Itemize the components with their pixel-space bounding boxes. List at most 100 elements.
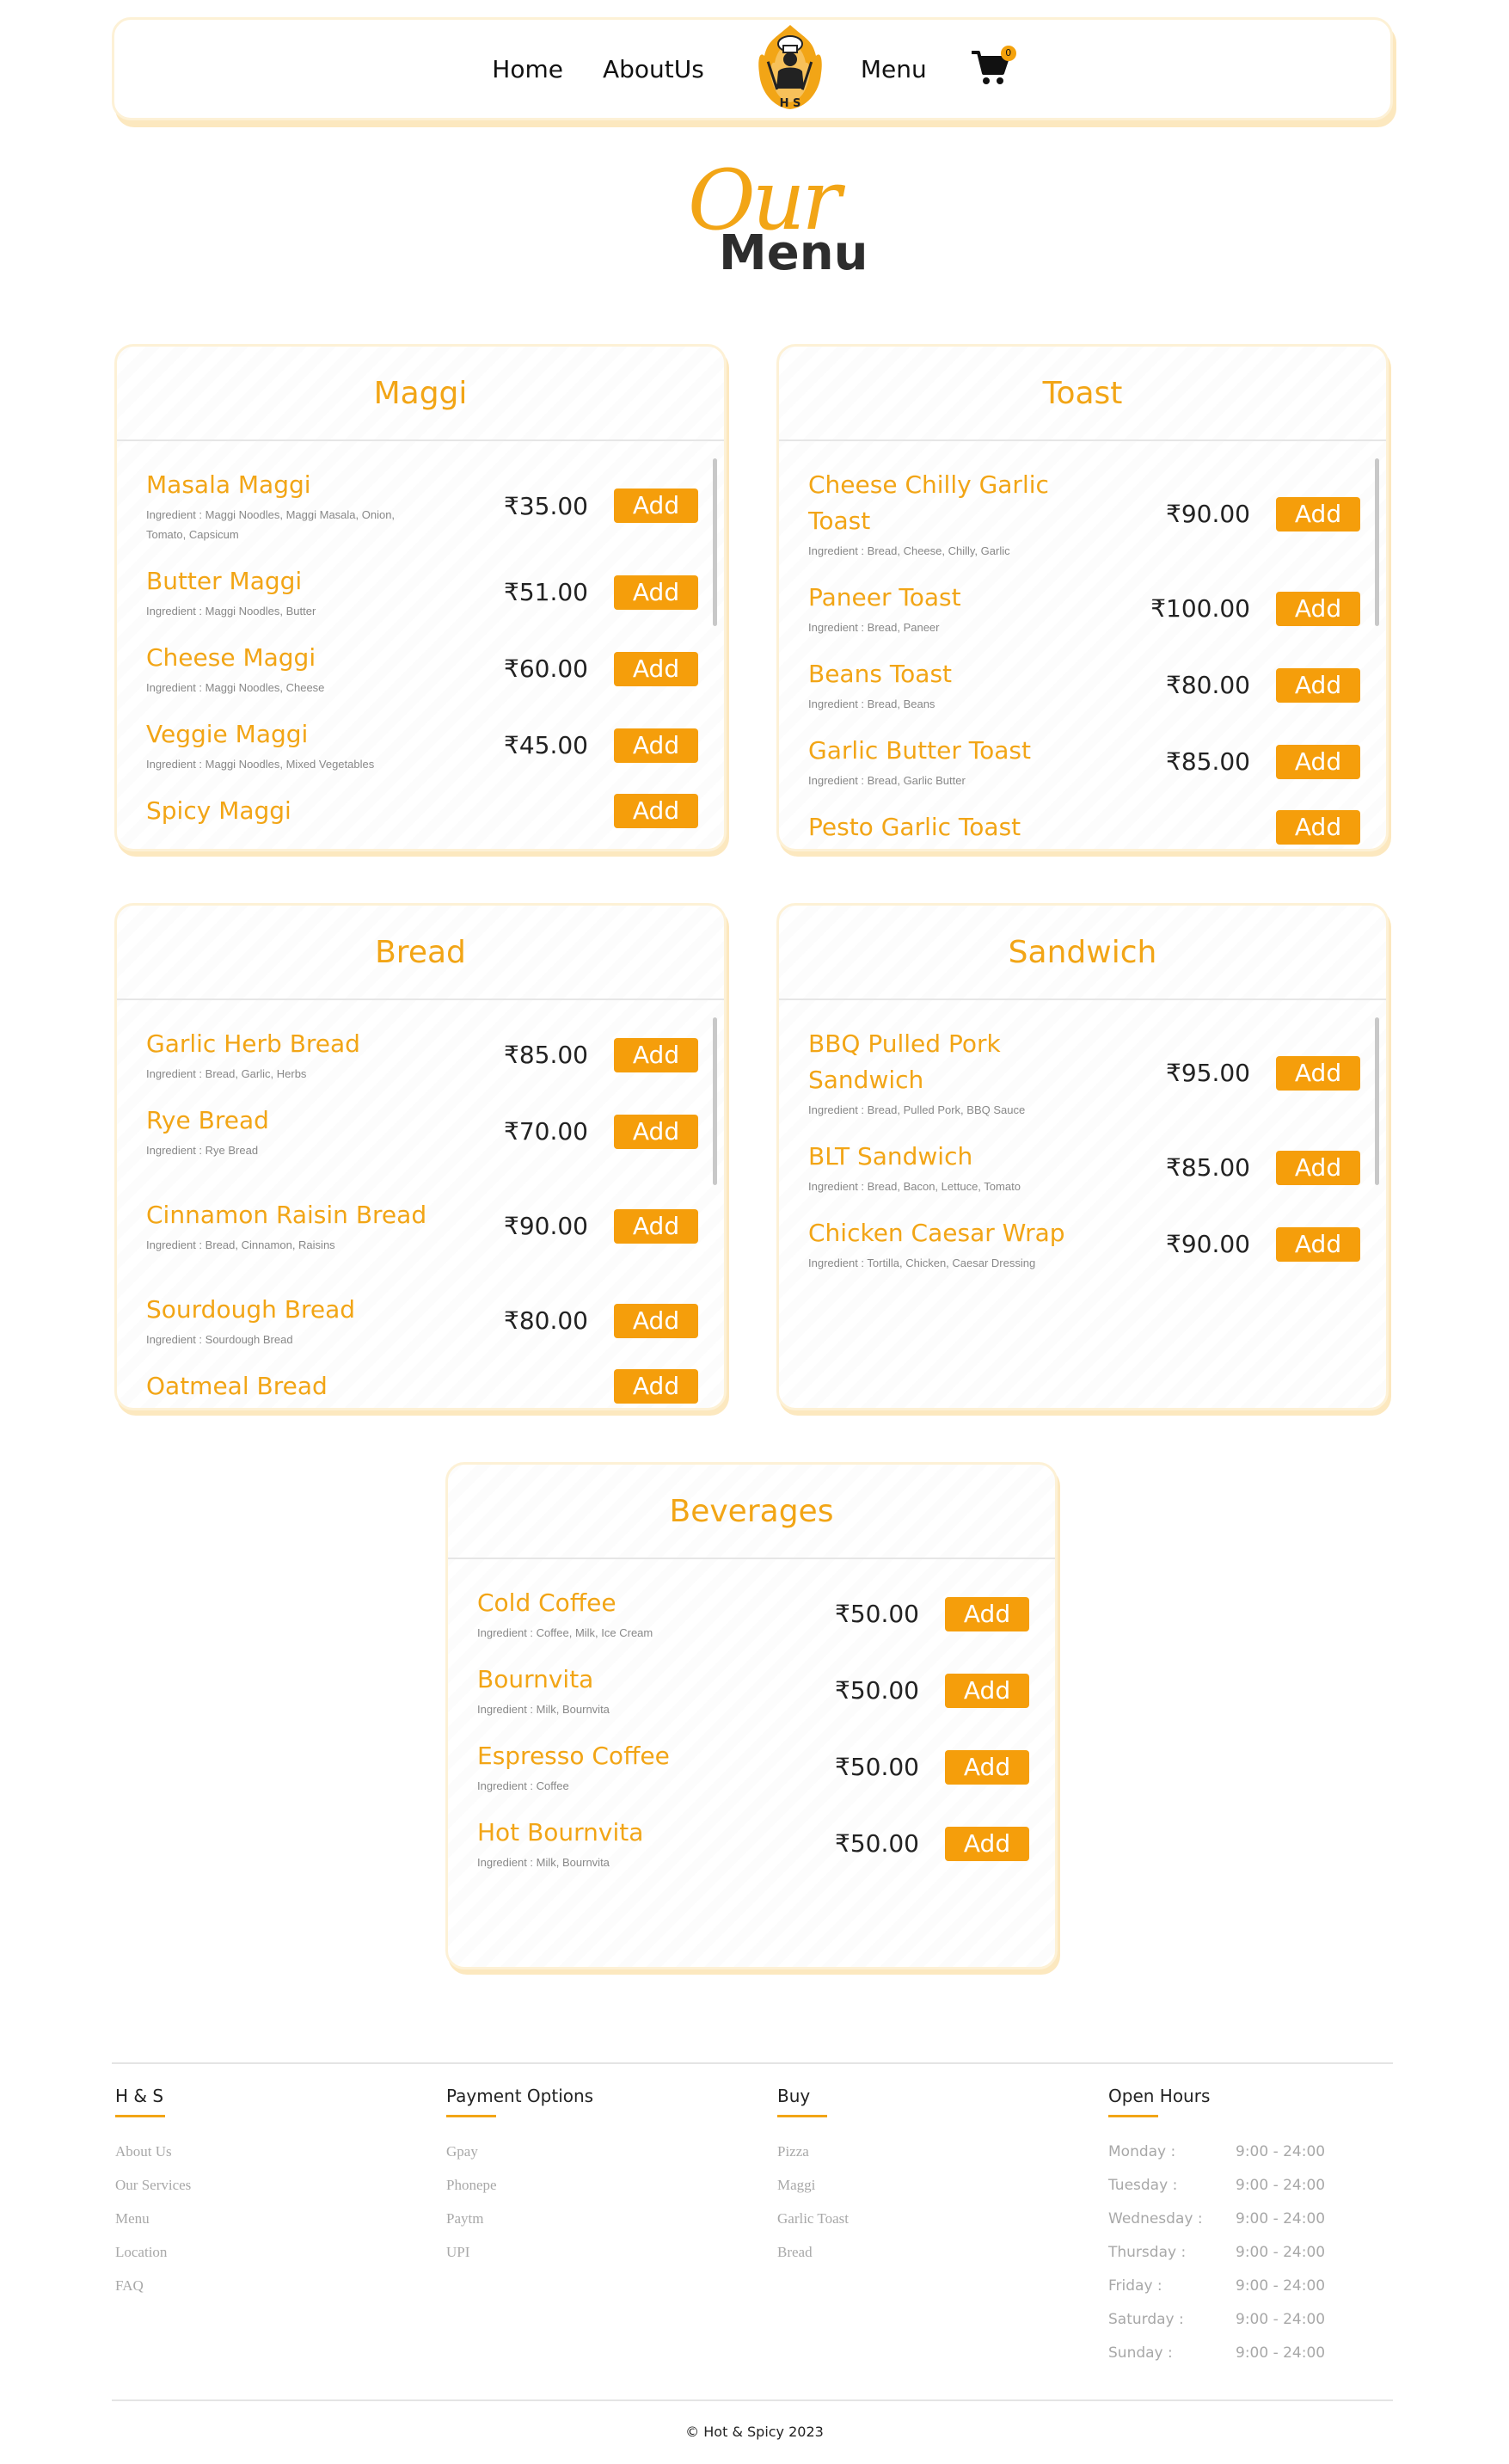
footer-link-upi[interactable]: UPI [446,2244,593,2277]
menu-item-text: Hot Bournvita Ingredient : Milk, Bournvit… [477,1815,761,1872]
item-price: ₹35.00 [504,491,588,520]
page-title: Our Menu [688,159,877,288]
item-price: ₹70.00 [504,1117,588,1146]
add-to-cart-button[interactable]: Add [945,1749,1029,1785]
footer-link-paytm[interactable]: Paytm [446,2210,593,2244]
footer-column-h-s: H & S About Us Our Services Menu Location FAQ [115,2086,191,2311]
nav-home-link[interactable]: Home [492,55,592,83]
footer-link-garlic-toast[interactable]: Garlic Toast [777,2210,849,2244]
add-to-cart-button[interactable]: Add [614,794,698,828]
hours-row: Monday : 9:00 - 24:00 [1108,2143,1325,2177]
add-to-cart-button[interactable]: Add [614,1369,698,1404]
add-to-cart-button[interactable]: Add [1276,1055,1360,1091]
menu-item: Cinnamon Raisin Bread Ingredient : Bread,… [117,1179,724,1273]
menu-item: Sourdough Bread Ingredient : Sourdough Br… [117,1292,724,1349]
item-ingredients: Ingredient : Coffee, Milk, Ice Cream [477,1626,653,1639]
item-ingredients: Ingredient : Bread, Cinnamon, Raisins [146,1238,335,1251]
item-name: Sourdough Bread [146,1295,356,1324]
item-list[interactable]: Garlic Herb Bread Ingredient : Bread, Gar… [117,1002,724,1408]
add-to-cart-button[interactable]: Add [614,728,698,763]
section-title: Bread [117,906,724,1000]
navbar: Home AboutUs H S Menu 0 [112,17,1393,120]
item-list[interactable]: Cheese Chilly Garlic Toast Ingredient : B… [779,443,1386,849]
add-to-cart-button[interactable]: Add [614,575,698,610]
list-scrollbar[interactable] [713,1017,717,1185]
add-to-cart-button[interactable]: Add [1276,1226,1360,1262]
item-ingredients: Ingredient : Maggi Noodles, Mixed Vegeta… [146,758,375,771]
footer-heading: Buy [777,2086,811,2106]
menu-item: BBQ Pulled Pork Sandwich Ingredient : Bre… [779,1026,1386,1120]
item-list[interactable]: BBQ Pulled Pork Sandwich Ingredient : Bre… [779,1002,1386,1408]
footer-top-divider [112,2062,1393,2064]
list-scrollbar[interactable] [713,458,717,626]
footer-link-about-us[interactable]: About Us [115,2143,191,2177]
item-price: ₹90.00 [1166,1230,1250,1258]
add-to-cart-button[interactable]: Add [1276,1150,1360,1185]
nav-menu-link[interactable]: Menu [861,55,956,83]
menu-item: Oatmeal Bread Add [117,1368,724,1404]
hours-time: 9:00 - 24:00 [1236,2244,1326,2261]
menu-item: Paneer Toast Ingredient : Bread, Paneer ₹1… [779,580,1386,637]
menu-item: Cold Coffee Ingredient : Coffee, Milk, Ic… [448,1585,1055,1643]
footer-link-our-services[interactable]: Our Services [115,2177,191,2210]
add-to-cart-button[interactable]: Add [614,1114,698,1149]
add-to-cart-button[interactable]: Add [1276,667,1360,703]
footer-link-bread[interactable]: Bread [777,2244,849,2277]
item-price: ₹90.00 [504,1212,588,1240]
section-title: Maggi [117,347,724,441]
add-to-cart-button[interactable]: Add [945,1826,1029,1861]
footer-link-gpay[interactable]: Gpay [446,2143,593,2177]
footer-link-location[interactable]: Location [115,2244,191,2277]
menu-item-text: Cinnamon Raisin Bread Ingredient : Bread,… [146,1197,430,1255]
svg-text:H S: H S [779,97,801,110]
item-ingredients: Ingredient : Bread, Paneer [808,621,940,634]
menu-item: Beans Toast Ingredient : Bread, Beans ₹80.… [779,656,1386,714]
footer-link-faq[interactable]: FAQ [115,2277,191,2311]
menu-item: Chicken Caesar Wrap Ingredient : Tortilla… [779,1215,1386,1273]
menu-card-bread: Bread Garlic Herb Bread Ingredient : Bread… [114,903,727,1410]
menu-item-text: Sourdough Bread Ingredient : Sourdough Br… [146,1292,430,1349]
add-to-cart-button[interactable]: Add [1276,591,1360,626]
item-ingredients: Ingredient : Milk, Bournvita [477,1856,610,1869]
add-to-cart-button[interactable]: Add [1276,744,1360,779]
add-to-cart-button[interactable]: Add [945,1673,1029,1708]
add-to-cart-button[interactable]: Add [614,651,698,686]
menu-item-text: Espresso Coffee Ingredient : Coffee [477,1738,761,1796]
menu-item-text: BBQ Pulled Pork Sandwich Ingredient : Bre… [808,1026,1092,1120]
item-list[interactable]: Cold Coffee Ingredient : Coffee, Milk, Ic… [448,1561,1055,1967]
hours-day: Sunday : [1108,2344,1173,2362]
item-name: Beans Toast [808,660,953,688]
add-to-cart-button[interactable]: Add [614,488,698,523]
item-price: ₹100.00 [1150,594,1250,623]
footer-link-pizza[interactable]: Pizza [777,2143,849,2177]
section-title: Sandwich [779,906,1386,1000]
add-to-cart-button[interactable]: Add [614,1208,698,1244]
logo[interactable]: H S [749,22,831,116]
footer-link-menu[interactable]: Menu [115,2210,191,2244]
add-to-cart-button[interactable]: Add [1276,496,1360,532]
item-ingredients: Ingredient : Bread, Beans [808,697,935,710]
item-list[interactable]: Masala Maggi Ingredient : Maggi Noodles, … [117,443,724,849]
footer-link-phonepe[interactable]: Phonepe [446,2177,593,2210]
item-name: Spicy Maggi [146,796,291,825]
menu-item-text: Paneer Toast Ingredient : Bread, Paneer [808,580,1092,637]
add-to-cart-button[interactable]: Add [614,1037,698,1072]
menu-item-text: Pesto Garlic Toast [808,809,1092,845]
cart-button[interactable]: 0 [970,46,1016,90]
item-price: ₹85.00 [1166,1153,1250,1182]
menu-item: Pesto Garlic Toast Add [779,809,1386,845]
add-to-cart-button[interactable]: Add [614,1303,698,1338]
list-scrollbar[interactable] [1375,458,1379,626]
add-to-cart-button[interactable]: Add [945,1596,1029,1631]
menu-item: Espresso Coffee Ingredient : Coffee ₹50.00… [448,1738,1055,1796]
nav-about-link[interactable]: AboutUs [603,55,733,83]
footer-heading: Open Hours [1108,2086,1211,2106]
menu-item: Butter Maggi Ingredient : Maggi Noodles, … [117,563,724,621]
menu-item-text: Rye Bread Ingredient : Rye Bread [146,1103,430,1160]
menu-item: Spicy Maggi Add [117,793,724,829]
footer-heading: H & S [115,2086,164,2106]
add-to-cart-button[interactable]: Add [1276,810,1360,845]
item-price: ₹95.00 [1166,1059,1250,1087]
footer-link-maggi[interactable]: Maggi [777,2177,849,2210]
list-scrollbar[interactable] [1375,1017,1379,1185]
